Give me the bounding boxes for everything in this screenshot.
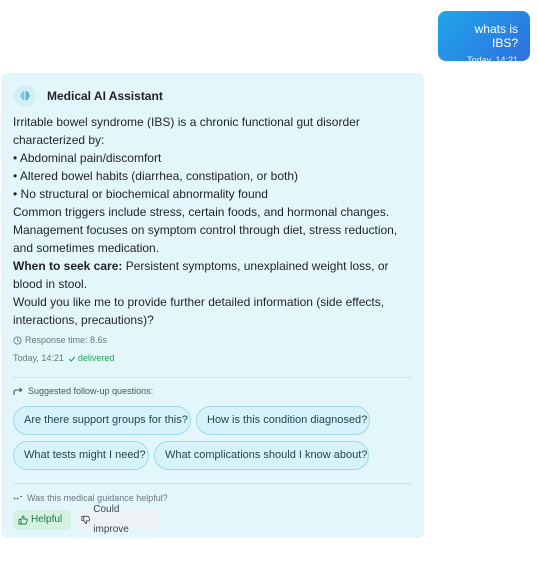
user-message-text: whats is IBS? bbox=[474, 22, 518, 50]
clock-icon bbox=[13, 335, 22, 345]
chat-window: whats is IBS? Today, 14:21 Medical AI As… bbox=[0, 0, 538, 584]
user-message-time: Today, 14:21 bbox=[467, 55, 518, 65]
helpful-button[interactable]: Helpful bbox=[13, 510, 71, 530]
management-paragraph: Management focuses on symptom control th… bbox=[13, 223, 398, 255]
divider bbox=[13, 483, 413, 484]
assistant-header: Medical AI Assistant bbox=[14, 85, 163, 107]
follow-up-paragraph: Would you like me to provide further det… bbox=[13, 295, 385, 327]
message-status: Today, 14:21 delivered bbox=[13, 353, 114, 363]
assistant-name: Medical AI Assistant bbox=[47, 89, 163, 103]
user-message-bubble: whats is IBS? Today, 14:21 bbox=[438, 11, 530, 65]
seek-care-label: When to seek care: bbox=[13, 259, 123, 273]
intro-paragraph: Irritable bowel syndrome (IBS) is a chro… bbox=[13, 115, 360, 147]
bullet-item: • Altered bowel habits (diarrhea, consti… bbox=[13, 169, 299, 183]
assistant-message-body: Irritable bowel syndrome (IBS) is a chro… bbox=[13, 113, 413, 329]
bullet-item: • Abdominal pain/discomfort bbox=[13, 151, 162, 165]
brain-icon bbox=[14, 85, 36, 107]
could-improve-label: Could improve bbox=[93, 504, 129, 535]
message-time: Today, 14:21 bbox=[13, 353, 64, 363]
thumbs-up-icon bbox=[18, 515, 28, 525]
delivered-label: delivered bbox=[77, 353, 115, 363]
ellipsis-icon bbox=[13, 496, 22, 500]
bullet-item: • No structural or biochemical abnormali… bbox=[13, 187, 268, 201]
could-improve-button[interactable]: Could improve bbox=[76, 504, 158, 535]
reply-arrow-icon bbox=[13, 387, 23, 395]
suggestions-heading: Suggested follow-up questions: bbox=[13, 386, 153, 396]
check-icon bbox=[68, 356, 76, 362]
suggestions-heading-text: Suggested follow-up questions: bbox=[28, 386, 154, 396]
helpful-label: Helpful bbox=[31, 514, 63, 525]
response-time-text: Response time: 8.6s bbox=[25, 335, 108, 345]
suggestion-chip[interactable]: What tests might I need? bbox=[13, 441, 149, 470]
delivered-status: delivered bbox=[68, 353, 115, 363]
suggestion-chip[interactable]: What complications should I know about? bbox=[154, 441, 369, 470]
triggers-paragraph: Common triggers include stress, certain … bbox=[13, 205, 390, 219]
suggestion-chip[interactable]: How is this condition diagnosed? bbox=[196, 406, 370, 435]
divider bbox=[13, 377, 413, 378]
thumbs-down-icon bbox=[81, 515, 90, 525]
assistant-message-card: Medical AI Assistant Irritable bowel syn… bbox=[1, 73, 424, 538]
response-time: Response time: 8.6s bbox=[13, 335, 107, 345]
suggestion-chip[interactable]: Are there support groups for this? bbox=[13, 406, 191, 435]
seek-care-paragraph: When to seek care: Persistent symptoms, … bbox=[13, 257, 413, 293]
